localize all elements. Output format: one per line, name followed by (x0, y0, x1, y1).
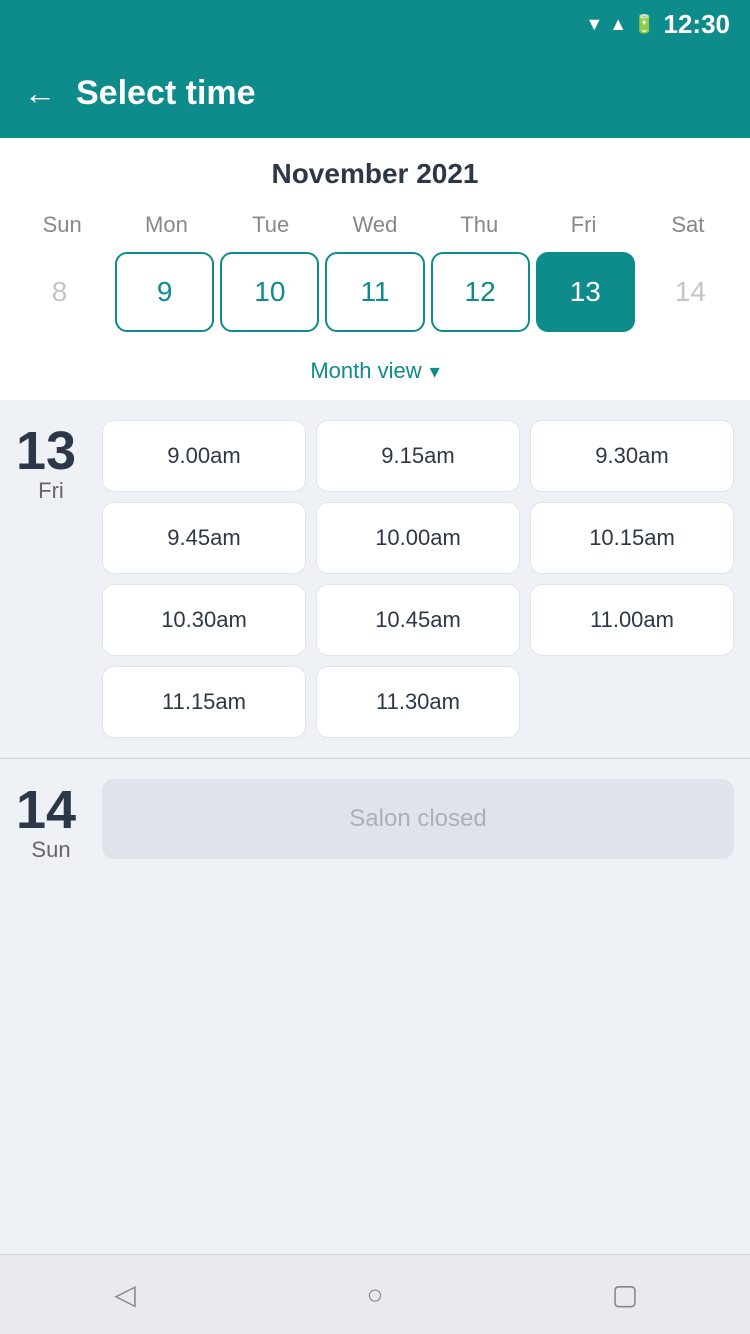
chevron-down-icon: ▾ (430, 359, 440, 384)
recent-nav-icon: ▢ (612, 1278, 638, 1311)
day-header-mon: Mon (114, 206, 218, 244)
day-header-sun: Sun (10, 206, 114, 244)
time-slot-1100am[interactable]: 11.00am (530, 584, 734, 656)
bottom-nav: ◁ ○ ▢ (0, 1254, 750, 1334)
salon-closed-label: Salon closed (102, 779, 734, 859)
page-title: Select time (76, 74, 256, 113)
time-slot-930am[interactable]: 9.30am (530, 420, 734, 492)
status-time: 12:30 (664, 9, 731, 40)
nav-home-button[interactable]: ○ (355, 1275, 395, 1315)
time-grid-13: 9.00am 9.15am 9.30am 9.45am 10.00am 10.1… (102, 420, 734, 738)
cal-day-14[interactable]: 14 (641, 252, 740, 332)
back-button[interactable]: ← (24, 75, 56, 112)
day-name-14: Sun (16, 837, 86, 863)
cal-day-8[interactable]: 8 (10, 252, 109, 332)
cal-day-10[interactable]: 10 (220, 252, 319, 332)
time-slot-1045am[interactable]: 10.45am (316, 584, 520, 656)
day-number-14: 14 (16, 783, 86, 837)
timeslots-container: 13 Fri 9.00am 9.15am 9.30am 9.45am 10.00… (0, 400, 750, 1254)
calendar-section: November 2021 Sun Mon Tue Wed Thu Fri Sa… (0, 138, 750, 400)
day-section-14: 14 Sun Salon closed (0, 758, 750, 883)
cal-day-11[interactable]: 11 (325, 252, 424, 332)
cal-day-9[interactable]: 9 (115, 252, 214, 332)
month-year-label: November 2021 (0, 158, 750, 190)
month-view-label: Month view (310, 358, 421, 384)
day-header-wed: Wed (323, 206, 427, 244)
home-nav-icon: ○ (367, 1279, 384, 1311)
time-slot-1030am[interactable]: 10.30am (102, 584, 306, 656)
day-name-13: Fri (16, 478, 86, 504)
wifi-icon: ▼ (585, 14, 603, 35)
time-slot-1015am[interactable]: 10.15am (530, 502, 734, 574)
time-slot-1130am[interactable]: 11.30am (316, 666, 520, 738)
day-header-sat: Sat (636, 206, 740, 244)
day-header-tue: Tue (219, 206, 323, 244)
time-slot-1115am[interactable]: 11.15am (102, 666, 306, 738)
day-number-13: 13 (16, 424, 86, 478)
day-number-block-13: 13 Fri (16, 420, 86, 504)
time-slot-915am[interactable]: 9.15am (316, 420, 520, 492)
time-slot-1000am[interactable]: 10.00am (316, 502, 520, 574)
signal-icon: ▲ (609, 14, 627, 35)
day-section-13: 13 Fri 9.00am 9.15am 9.30am 9.45am 10.00… (0, 400, 750, 758)
day-header-fri: Fri (531, 206, 635, 244)
nav-recent-button[interactable]: ▢ (605, 1275, 645, 1315)
status-bar: ▼ ▲ 🔋 12:30 (0, 0, 750, 48)
cal-day-12[interactable]: 12 (431, 252, 530, 332)
time-slot-900am[interactable]: 9.00am (102, 420, 306, 492)
month-view-toggle[interactable]: Month view ▾ (0, 348, 750, 400)
battery-icon: 🔋 (633, 14, 655, 35)
calendar-days-grid: 8 9 10 11 12 13 14 (0, 244, 750, 348)
status-icons: ▼ ▲ 🔋 (585, 14, 655, 35)
day-headers-row: Sun Mon Tue Wed Thu Fri Sat (0, 206, 750, 244)
day-number-block-14: 14 Sun (16, 779, 86, 863)
cal-day-13[interactable]: 13 (536, 252, 635, 332)
nav-back-button[interactable]: ◁ (105, 1275, 145, 1315)
time-slot-945am[interactable]: 9.45am (102, 502, 306, 574)
day-header-thu: Thu (427, 206, 531, 244)
back-nav-icon: ◁ (114, 1278, 136, 1311)
header: ← Select time (0, 48, 750, 138)
